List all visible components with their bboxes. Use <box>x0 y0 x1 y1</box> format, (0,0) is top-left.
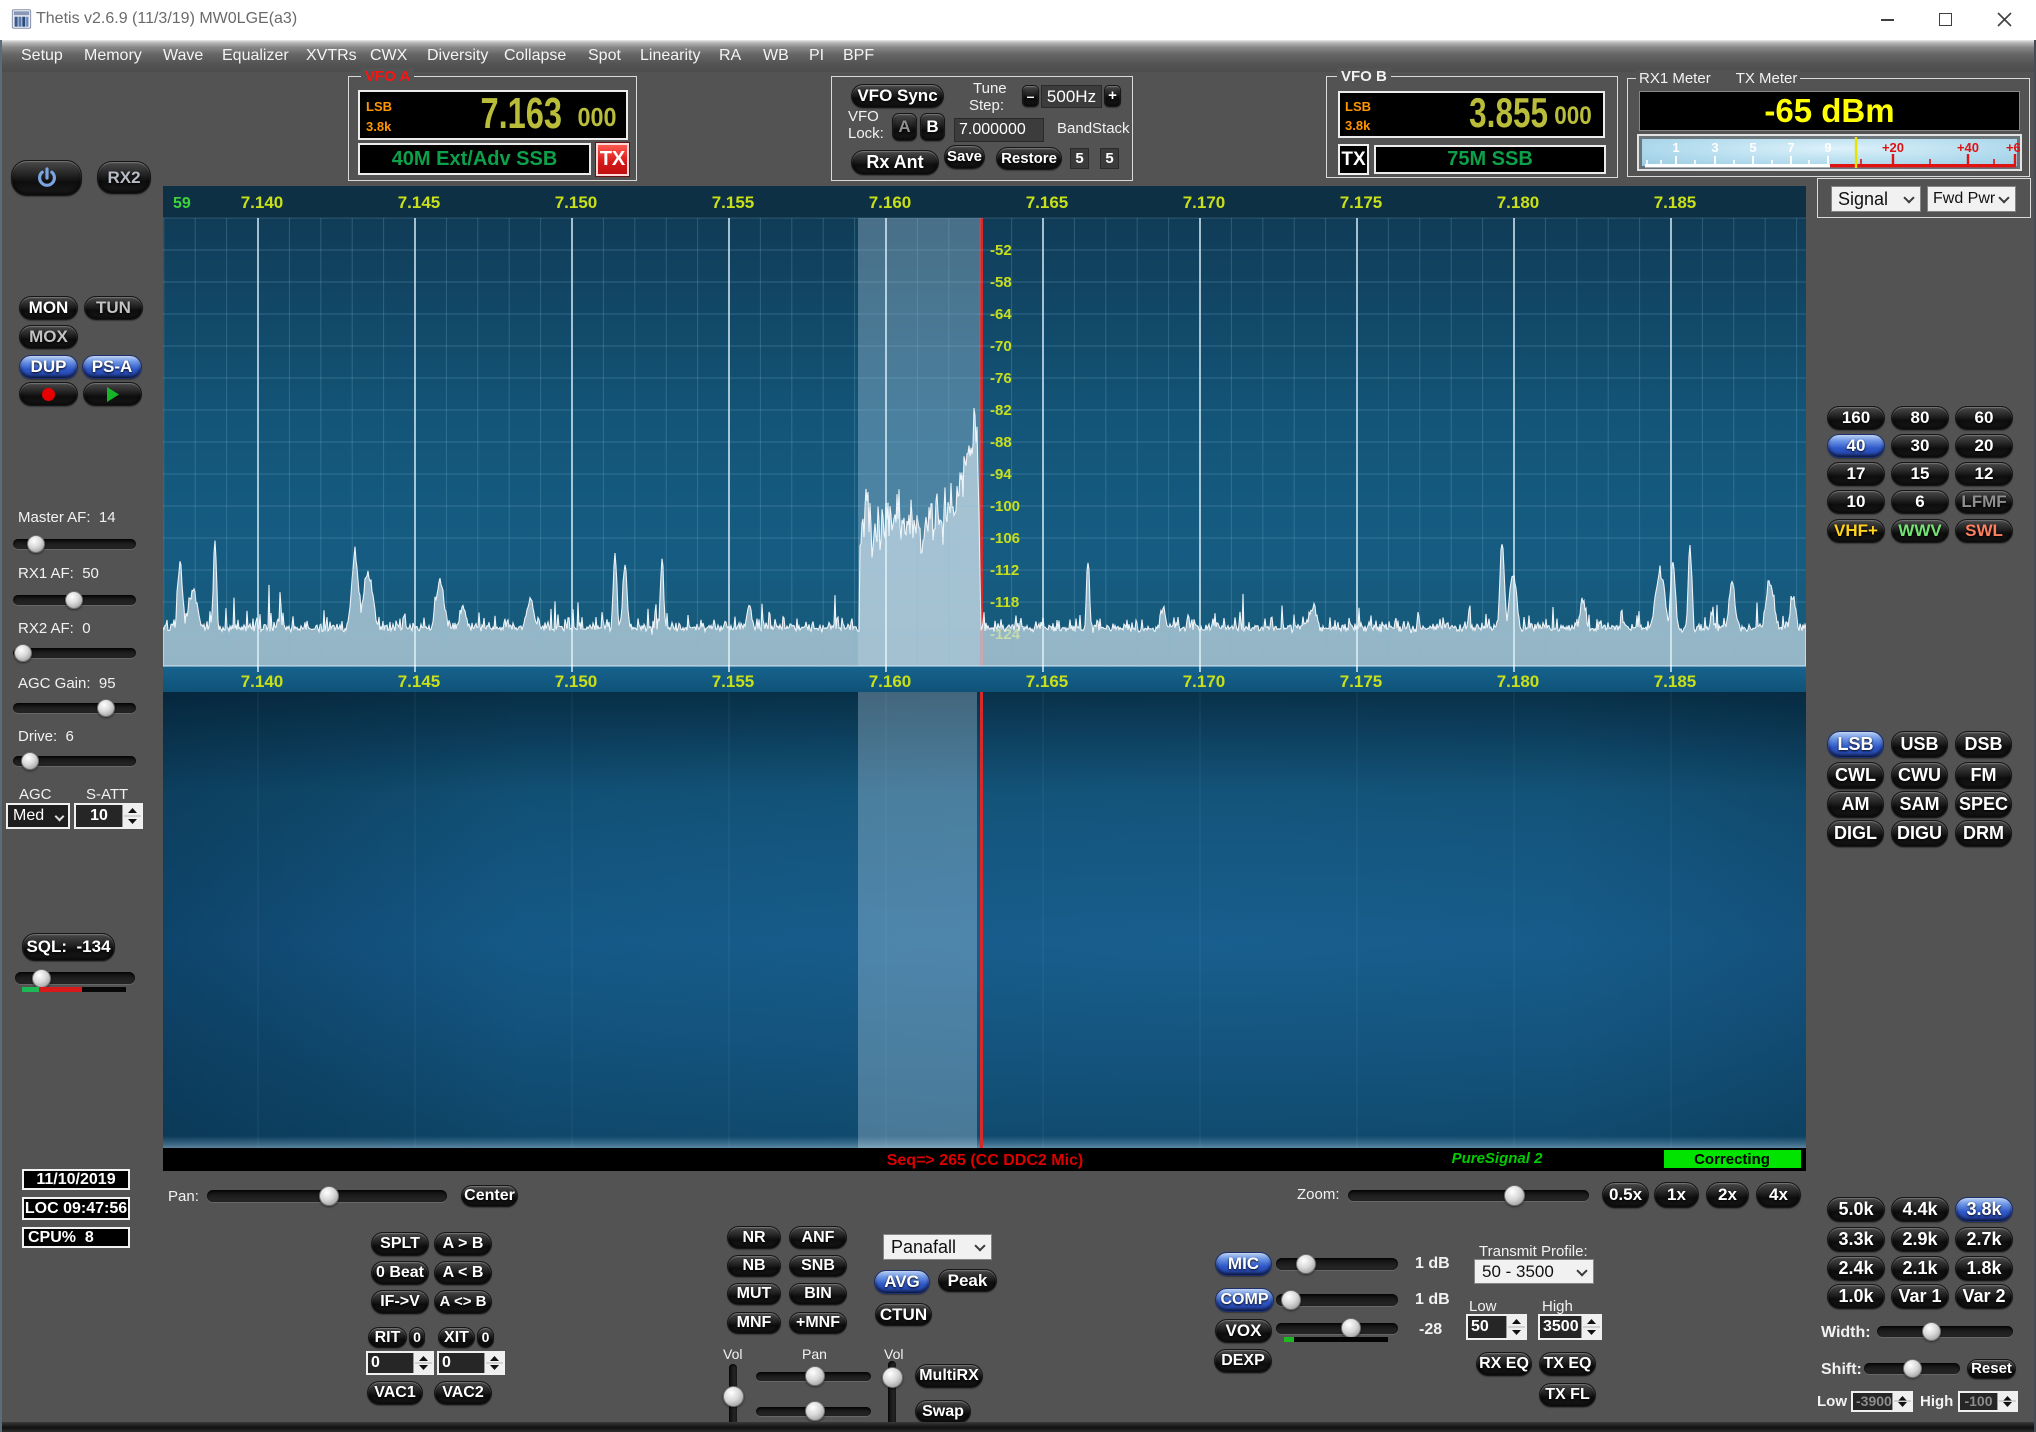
svg-text:7.145: 7.145 <box>398 193 441 212</box>
svg-text:7.165: 7.165 <box>1026 193 1069 212</box>
svg-text:7.185: 7.185 <box>1654 193 1697 212</box>
svg-text:+20: +20 <box>1882 140 1904 155</box>
svg-text:Seq=> 265 (CC DDC2 Mic): Seq=> 265 (CC DDC2 Mic) <box>887 1152 1084 1169</box>
svg-text:7.175: 7.175 <box>1340 193 1383 212</box>
svg-text:7.170: 7.170 <box>1183 672 1226 691</box>
svg-text:3: 3 <box>1711 140 1718 155</box>
svg-text:1: 1 <box>1672 140 1679 155</box>
svg-text:7.185: 7.185 <box>1654 672 1697 691</box>
svg-text:7.155: 7.155 <box>712 193 755 212</box>
svg-text:7.140: 7.140 <box>241 672 284 691</box>
svg-text:7.145: 7.145 <box>398 672 441 691</box>
svg-text:7.180: 7.180 <box>1497 672 1540 691</box>
svg-text:7.150: 7.150 <box>555 193 598 212</box>
svg-text:7.160: 7.160 <box>869 193 912 212</box>
svg-text:9: 9 <box>1824 140 1831 155</box>
svg-text:7.165: 7.165 <box>1026 672 1069 691</box>
svg-text:59: 59 <box>173 195 191 212</box>
svg-text:Correcting: Correcting <box>1694 1151 1770 1168</box>
svg-text:7: 7 <box>1787 140 1794 155</box>
svg-text:7.160: 7.160 <box>869 672 912 691</box>
svg-text:PureSignal 2: PureSignal 2 <box>1452 1150 1544 1167</box>
svg-text:7.180: 7.180 <box>1497 193 1540 212</box>
svg-text:7.175: 7.175 <box>1340 672 1383 691</box>
svg-text:7.140: 7.140 <box>241 193 284 212</box>
svg-text:7.155: 7.155 <box>712 672 755 691</box>
svg-text:7.150: 7.150 <box>555 672 598 691</box>
svg-text:7.170: 7.170 <box>1183 193 1226 212</box>
svg-text:+60: +60 <box>2006 140 2020 155</box>
svg-text:+40: +40 <box>1957 140 1979 155</box>
svg-text:5: 5 <box>1749 140 1756 155</box>
